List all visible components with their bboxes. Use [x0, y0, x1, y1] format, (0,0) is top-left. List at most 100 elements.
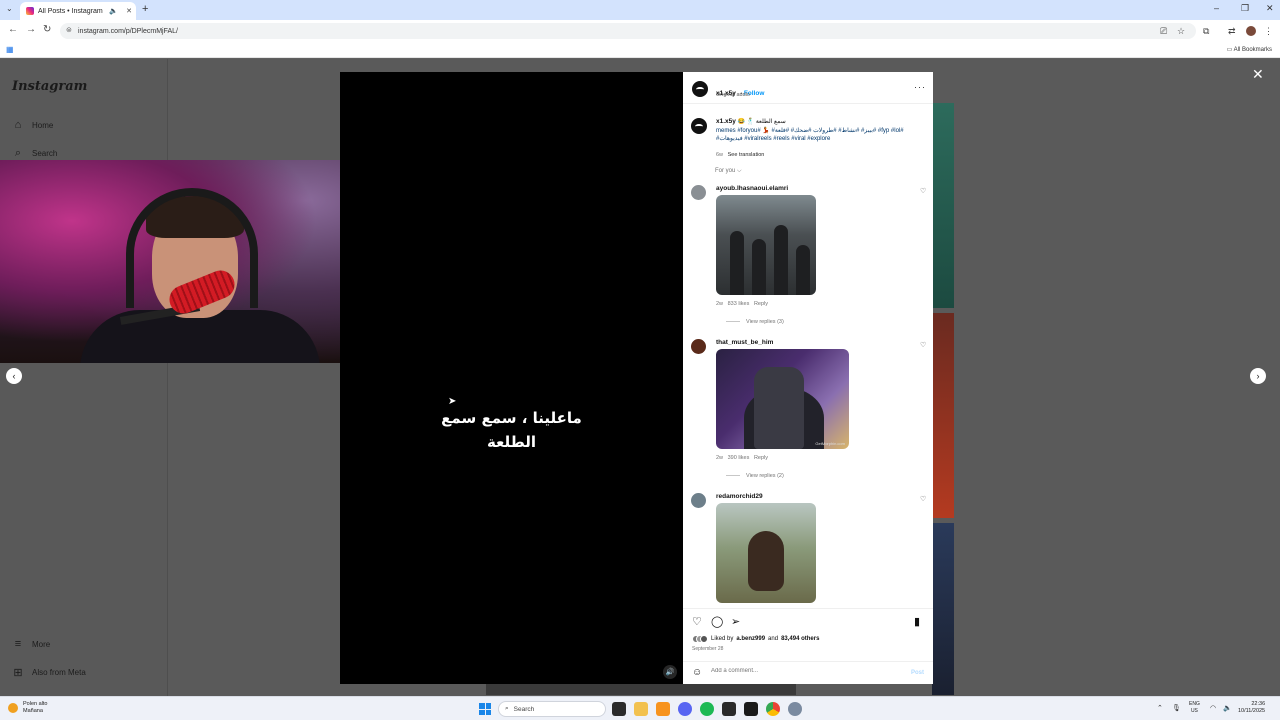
- spotify-icon[interactable]: [700, 702, 714, 716]
- caption-hashtags[interactable]: memes #foryou# 💃 #بيبز# #نشاط# #طرولات #…: [716, 128, 904, 143]
- settings-gear-icon[interactable]: [788, 702, 802, 716]
- sidebar-item-search[interactable]: ⌕ Search: [12, 147, 57, 160]
- liked-by-others[interactable]: 83,494 others: [781, 636, 819, 642]
- author-avatar[interactable]: [692, 81, 708, 97]
- app-icon[interactable]: [656, 702, 670, 716]
- commenter-username[interactable]: that_must_be_him: [716, 339, 773, 346]
- reply-button[interactable]: Reply: [754, 455, 768, 461]
- reel-video[interactable]: ماعلينا ، سمع سمع الطلعة ➤ 🔊: [340, 72, 683, 684]
- extensions-icon[interactable]: ⧉: [1203, 26, 1209, 37]
- post-comment-button[interactable]: Post: [911, 670, 924, 676]
- tab-audio-icon[interactable]: 🔈: [109, 7, 122, 15]
- comment-gif[interactable]: [716, 503, 816, 603]
- instagram-logo[interactable]: Instagram: [12, 79, 87, 94]
- browser-toolbar: ← → ↻ ⊜ instagram.com/p/DPlecmMjFAL/ ⎚ ☆…: [0, 20, 1280, 42]
- like-heart-icon[interactable]: ♡: [692, 615, 702, 628]
- comment-age: 2w: [716, 455, 724, 461]
- task-view-icon[interactable]: [612, 702, 626, 716]
- commenter-avatar[interactable]: [691, 493, 706, 508]
- install-icon[interactable]: ⎚: [1160, 26, 1167, 37]
- commenter-username[interactable]: redamorchid29: [716, 493, 763, 500]
- apps-grid-icon[interactable]: ▦: [6, 45, 14, 54]
- tab-title: All Posts • Instagram: [38, 7, 103, 15]
- bookmark-star-icon[interactable]: ☆: [1177, 26, 1185, 37]
- grid-thumbnail: [932, 523, 954, 695]
- comment-input[interactable]: [711, 668, 901, 674]
- like-comment-icon[interactable]: ♡: [920, 187, 926, 195]
- file-explorer-icon[interactable]: [634, 702, 648, 716]
- browser-tabstrip: ⌄ All Posts • Instagram 🔈 ✕ + – ❐ ✕: [0, 0, 1280, 20]
- emoji-icon[interactable]: ☺: [692, 667, 702, 678]
- language-indicator[interactable]: ENG US: [1189, 701, 1200, 715]
- wifi-icon[interactable]: ◠: [1210, 704, 1216, 712]
- view-replies-button[interactable]: View replies (2): [726, 473, 784, 479]
- liked-by-user[interactable]: a.benz999: [736, 636, 765, 642]
- caption-text: x1.x5y 😂 🕺 سمع الطلعة memes #foryou# 💃 #…: [716, 118, 916, 144]
- author-avatar[interactable]: [691, 118, 707, 134]
- comment-sort-dropdown[interactable]: For you ⌵: [715, 168, 742, 175]
- tab-search-icon[interactable]: ⌄: [6, 4, 13, 13]
- caption-age: 6w: [716, 152, 724, 158]
- close-modal-icon[interactable]: ✕: [1252, 66, 1264, 83]
- menu-dots-icon[interactable]: ⋮: [1264, 26, 1273, 37]
- address-bar[interactable]: ⊜ instagram.com/p/DPlecmMjFAL/: [60, 23, 1196, 39]
- gif-ape: [748, 531, 784, 591]
- reply-button[interactable]: Reply: [754, 301, 768, 307]
- reload-icon[interactable]: ↻: [43, 24, 51, 35]
- weather-line: Polen alto: [23, 701, 48, 707]
- sidebar-item-home[interactable]: ⌂ Home: [12, 119, 54, 131]
- minimize-icon[interactable]: –: [1214, 3, 1219, 13]
- volume-icon[interactable]: 🔈: [1223, 704, 1232, 712]
- comment-likes[interactable]: 833 likes: [728, 301, 750, 307]
- comment-icon[interactable]: ◯: [711, 615, 723, 628]
- windows-taskbar: Polen alto Mañana ⌕ Search ⌃ 🎙 ENG US ◠ …: [0, 696, 1280, 720]
- share-send-icon[interactable]: ➢: [731, 615, 740, 628]
- sidebar-item-more[interactable]: ≡ More: [12, 638, 50, 650]
- forward-icon[interactable]: →: [26, 24, 36, 35]
- taskbar-search-label: Search: [513, 705, 535, 713]
- restore-icon[interactable]: ❐: [1241, 3, 1249, 14]
- lang-line: US: [1190, 708, 1198, 714]
- comment-gif[interactable]: GetMorphin.com: [716, 349, 849, 449]
- comment-gif[interactable]: [716, 195, 816, 295]
- taskbar-search[interactable]: ⌕ Search: [498, 701, 606, 717]
- obs-icon[interactable]: [722, 702, 736, 716]
- new-tab-icon[interactable]: +: [142, 3, 148, 15]
- see-translation-link[interactable]: See translation: [728, 152, 765, 158]
- tab-instagram[interactable]: All Posts • Instagram 🔈 ✕: [20, 2, 136, 20]
- next-post-button[interactable]: ›: [1250, 368, 1266, 384]
- commenter-avatar[interactable]: [691, 185, 706, 200]
- all-bookmarks-button[interactable]: ▭ All Bookmarks: [1227, 46, 1272, 53]
- save-bookmark-icon[interactable]: ▮: [914, 615, 920, 628]
- terminal-icon[interactable]: [744, 702, 758, 716]
- previous-post-button[interactable]: ‹: [6, 368, 22, 384]
- video-caption-line: ماعلينا ، سمع سمع: [441, 409, 582, 427]
- tab-close-icon[interactable]: ✕: [126, 7, 136, 15]
- window-close-icon[interactable]: ✕: [1266, 3, 1274, 14]
- post-date: September 28: [692, 646, 724, 652]
- liker-avatars: [692, 635, 708, 643]
- back-icon[interactable]: ←: [8, 24, 18, 35]
- view-replies-button[interactable]: View replies (3): [726, 319, 784, 325]
- comment-likes[interactable]: 390 likes: [728, 455, 750, 461]
- sidebar-item-meta[interactable]: ⊞ Also from Meta: [12, 666, 85, 679]
- mic-tray-icon[interactable]: 🎙: [1172, 704, 1181, 712]
- caption-meta: 6w See translation: [716, 152, 764, 158]
- commenter-username[interactable]: ayoub.lhasnaoui.elamri: [716, 185, 788, 192]
- mute-icon[interactable]: 🔊: [663, 665, 677, 679]
- chrome-icon[interactable]: [766, 702, 780, 716]
- system-clock[interactable]: 22:36 10/11/2025: [1238, 701, 1265, 715]
- commenter-avatar[interactable]: [691, 339, 706, 354]
- audio-link[interactable]: Original audio: [716, 92, 750, 98]
- profile-avatar[interactable]: [1246, 26, 1256, 36]
- windows-start-icon[interactable]: [479, 703, 491, 715]
- discord-icon[interactable]: [678, 702, 692, 716]
- like-comment-icon[interactable]: ♡: [920, 341, 926, 349]
- more-options-icon[interactable]: ···: [914, 82, 926, 92]
- caption-username[interactable]: x1.x5y: [716, 118, 736, 125]
- media-icon[interactable]: ⇄: [1228, 26, 1236, 37]
- tray-chevron-icon[interactable]: ⌃: [1157, 704, 1163, 712]
- site-info-icon[interactable]: ⊜: [66, 26, 72, 34]
- weather-widget[interactable]: Polen alto Mañana: [8, 701, 47, 715]
- like-comment-icon[interactable]: ♡: [920, 495, 926, 503]
